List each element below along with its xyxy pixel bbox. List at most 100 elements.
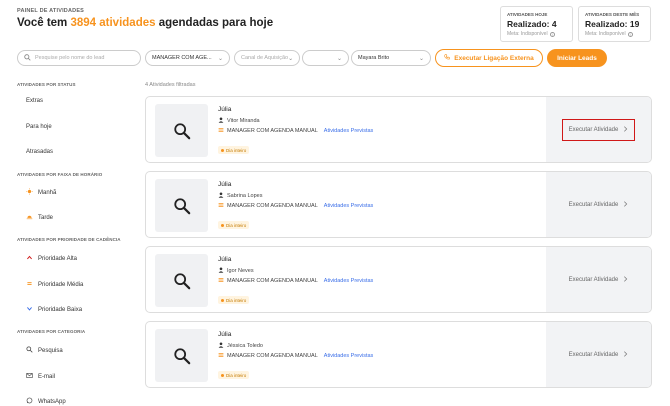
- owner-select[interactable]: Mayara Brito ⌄: [351, 50, 431, 66]
- sidebar-item-priority-low[interactable]: Prioridade Baixa: [26, 305, 82, 314]
- sidebar-item-today[interactable]: Para hoje: [26, 124, 52, 130]
- execute-activity-inner: Executar Atividade: [563, 270, 635, 290]
- execute-activity-button[interactable]: Executar Atividade: [546, 97, 651, 162]
- search-placeholder: Pesquise pelo nome do lead: [35, 55, 105, 61]
- info-icon[interactable]: i: [549, 31, 555, 37]
- chevron-right-icon: [623, 275, 628, 284]
- chevron-right-icon: [623, 350, 628, 359]
- badge-label: Dia inteiro: [226, 147, 247, 153]
- sidebar-item-label: Tarde: [38, 214, 54, 221]
- equals-icon: [26, 280, 33, 289]
- list-icon: [218, 127, 224, 135]
- start-leads-button[interactable]: Iniciar Leads: [547, 49, 607, 67]
- sidebar-item-priority-medium[interactable]: Prioridade Média: [26, 280, 83, 289]
- extra-select[interactable]: ⌄: [302, 50, 349, 66]
- search-icon: [155, 254, 208, 307]
- user-icon: [218, 117, 224, 125]
- page-title: Você tem 3894 atividades agendadas para …: [17, 17, 273, 29]
- stat-meta-text: Meta: Indisponível: [585, 31, 626, 37]
- title-prefix: Você tem: [17, 17, 71, 29]
- execute-activity-button[interactable]: Executar Atividade: [546, 247, 651, 312]
- sidebar-section-category: ATIVIDADES POR CATEGORIA: [17, 329, 86, 334]
- sidebar-item-priority-high[interactable]: Prioridade Alta: [26, 254, 77, 263]
- planned-activities-link[interactable]: Atividades Previstas: [324, 203, 374, 209]
- activity-cadence: MANAGER COM AGENDA MANUAL Atividades Pre…: [218, 277, 373, 285]
- dot-icon: [221, 223, 224, 227]
- channel-placeholder: Canal de Aquisição: [241, 55, 289, 61]
- search-input[interactable]: Pesquise pelo nome do lead: [17, 50, 141, 66]
- activity-title: Júlia: [218, 256, 232, 263]
- user-icon: [218, 342, 224, 350]
- execute-activity-label: Executar Atividade: [568, 276, 619, 283]
- sidebar-item-research[interactable]: Pesquisa: [26, 346, 63, 355]
- execute-activity-inner: Executar Atividade: [563, 345, 635, 365]
- activity-title: Júlia: [218, 331, 232, 338]
- badge-label: Dia inteiro: [226, 297, 247, 303]
- activity-card[interactable]: Júlia Vitor Miranda MANAGER COM AGENDA M…: [145, 96, 652, 163]
- cadence-name: MANAGER COM AGENDA MANUAL: [227, 278, 318, 284]
- cadence-name: MANAGER COM AGENDA MANUAL: [227, 353, 318, 359]
- execute-activity-button[interactable]: Executar Atividade: [546, 172, 651, 237]
- person-name: Vitor Miranda: [227, 118, 260, 124]
- activity-card[interactable]: Júlia Igor Neves MANAGER COM AGENDA MANU…: [145, 246, 652, 313]
- sidebar-item-whatsapp[interactable]: WhatsApp: [26, 397, 66, 406]
- external-call-button[interactable]: Executar Ligação Externa: [435, 49, 543, 67]
- all-day-badge: Dia inteiro: [218, 221, 250, 229]
- chevron-down-icon: ⌄: [288, 55, 294, 62]
- sidebar-item-label: Extras: [26, 98, 44, 104]
- execute-activity-highlight: Executar Atividade: [561, 118, 636, 141]
- search-icon: [155, 179, 208, 232]
- all-day-badge: Dia inteiro: [218, 296, 250, 304]
- sidebar-section-priority: ATIVIDADES POR PRIORIDADE DE CADÊNCIA: [17, 237, 121, 242]
- sidebar-item-label: WhatsApp: [38, 398, 66, 405]
- title-suffix: agendadas para hoje: [155, 17, 274, 29]
- execute-activity-label: Executar Atividade: [568, 351, 619, 358]
- info-icon[interactable]: i: [627, 31, 633, 37]
- all-day-badge: Dia inteiro: [218, 146, 250, 154]
- stat-meta-text: Meta: Indisponível: [507, 31, 548, 37]
- stat-meta: Meta: Indisponível i: [507, 31, 566, 37]
- sidebar-item-morning[interactable]: Manhã: [26, 188, 56, 197]
- sidebar-item-afternoon[interactable]: Tarde: [26, 213, 53, 222]
- cadence-select[interactable]: MANAGER COM AGE... ⌄: [145, 50, 230, 66]
- activity-title: Júlia: [218, 181, 232, 188]
- whatsapp-icon: [26, 397, 33, 406]
- sidebar-item-label: Prioridade Alta: [38, 255, 78, 262]
- execute-activity-inner: Executar Atividade: [563, 195, 635, 215]
- stat-label: ATIVIDADES HOJE: [507, 12, 548, 17]
- chevron-up-icon: [26, 254, 33, 263]
- sidebar-item-email[interactable]: E-mail: [26, 372, 55, 381]
- sidebar-section-status: ATIVIDADES POR STATUS: [17, 82, 76, 87]
- badge-label: Dia inteiro: [226, 372, 247, 378]
- planned-activities-link[interactable]: Atividades Previstas: [324, 278, 374, 284]
- list-icon: [218, 277, 224, 285]
- title-activity-count: 3894 atividades: [70, 17, 156, 29]
- activity-title: Júlia: [218, 106, 232, 113]
- stat-label: ATIVIDADES DESTE MÊS: [585, 12, 640, 17]
- chevron-right-icon: [623, 200, 628, 209]
- chevron-down-icon: ⌄: [336, 55, 342, 62]
- all-day-badge: Dia inteiro: [218, 371, 250, 379]
- user-icon: [218, 192, 224, 200]
- sidebar-item-extras[interactable]: Extras: [26, 98, 43, 104]
- channel-select[interactable]: Canal de Aquisição ⌄: [234, 50, 300, 66]
- chevron-down-icon: [26, 305, 33, 314]
- cadence-name: MANAGER COM AGENDA MANUAL: [227, 128, 318, 134]
- stat-month: ATIVIDADES DESTE MÊS Realizado: 19 Meta:…: [578, 6, 651, 42]
- sunset-icon: [26, 213, 33, 222]
- activity-card[interactable]: Júlia Jéssica Toledo MANAGER COM AGENDA …: [145, 321, 652, 388]
- chevron-right-icon: [623, 125, 628, 134]
- sidebar-item-overdue[interactable]: Atrasadas: [26, 149, 53, 155]
- dot-icon: [221, 298, 224, 302]
- cadence-select-value: MANAGER COM AGE...: [152, 55, 212, 61]
- planned-activities-link[interactable]: Atividades Previstas: [324, 128, 374, 134]
- phone-icon: [444, 54, 451, 62]
- execute-activity-button[interactable]: Executar Atividade: [546, 322, 651, 387]
- planned-activities-link[interactable]: Atividades Previstas: [324, 353, 374, 359]
- activity-person: Igor Neves: [218, 267, 254, 275]
- dot-icon: [221, 148, 224, 152]
- sidebar-item-label: Prioridade Média: [38, 281, 84, 288]
- activity-card[interactable]: Júlia Sabrina Lopes MANAGER COM AGENDA M…: [145, 171, 652, 238]
- sidebar-item-label: Atrasadas: [26, 149, 54, 155]
- chevron-down-icon: ⌄: [418, 55, 424, 62]
